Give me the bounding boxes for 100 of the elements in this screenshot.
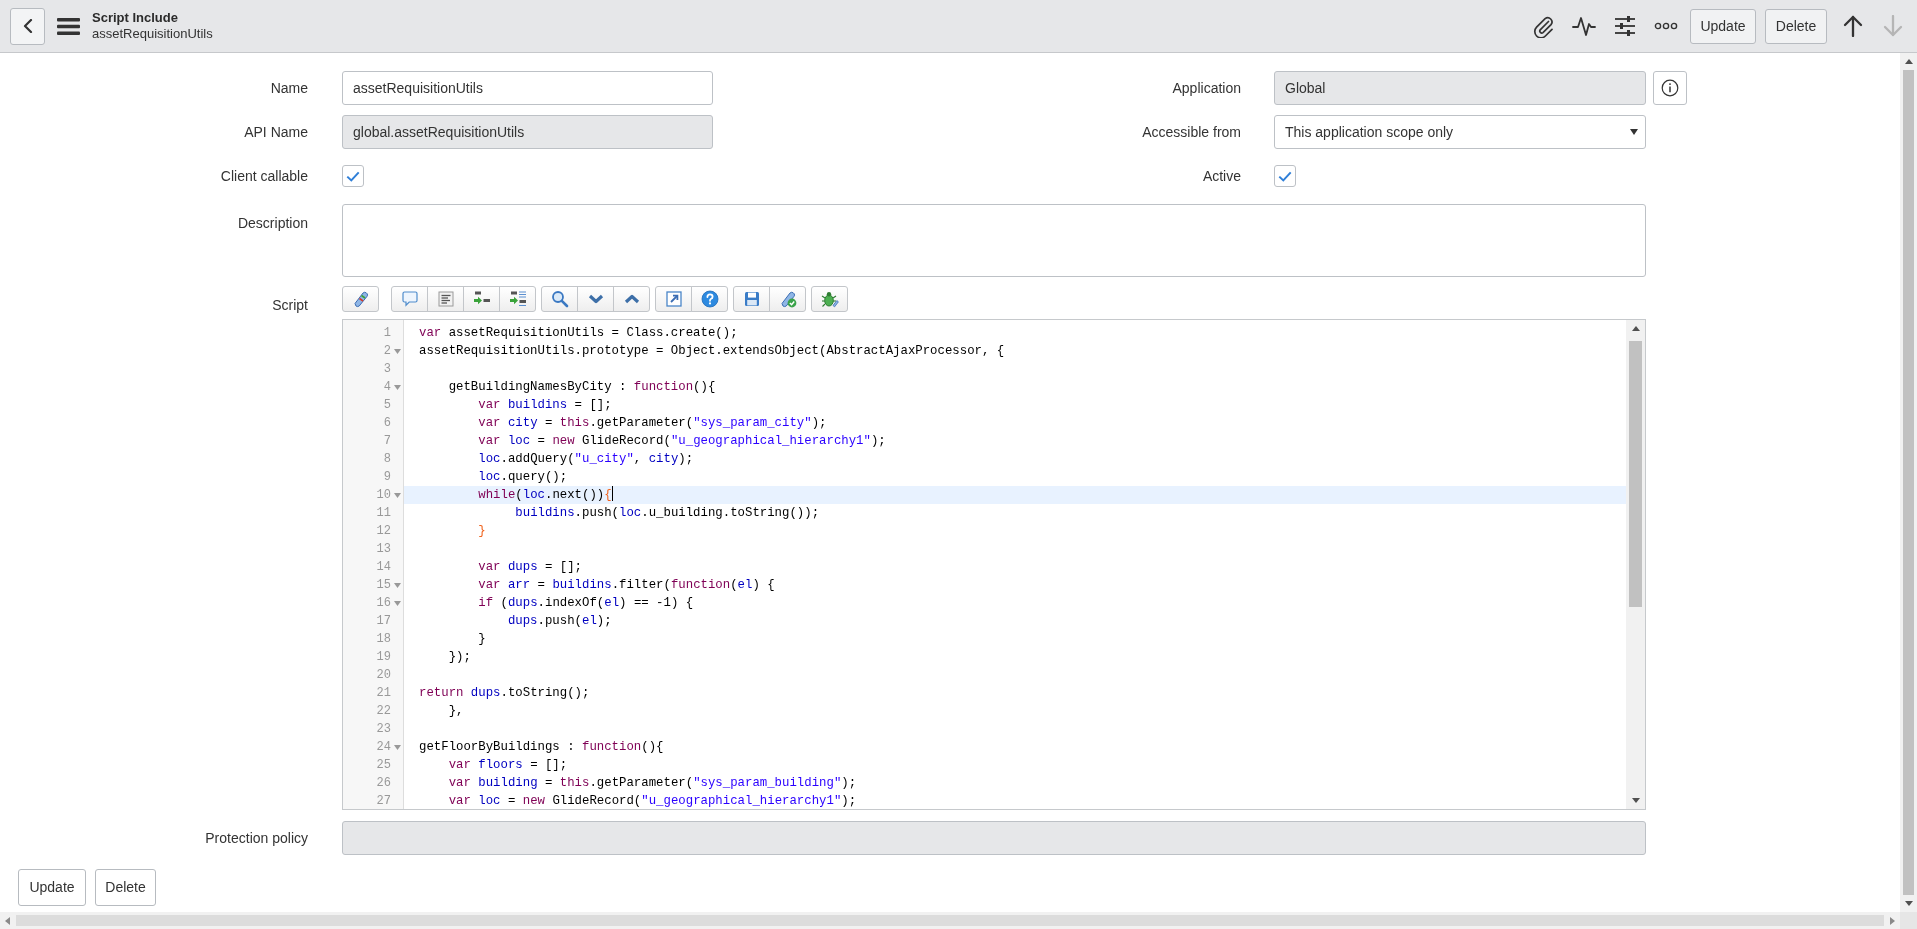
code-line: var dups = [];: [478, 560, 582, 574]
back-button[interactable]: [10, 7, 45, 45]
field-label: Accessible from: [1142, 123, 1241, 140]
line-number: 5: [383, 398, 391, 412]
scroll-up-icon[interactable]: [1631, 326, 1640, 331]
line-number: 16: [376, 596, 391, 610]
next-match-button[interactable]: [577, 286, 614, 312]
activity-icon[interactable]: [1572, 14, 1596, 38]
line-number: 24: [376, 740, 391, 754]
code-line: var assetRequisitionUtils = Class.create();: [419, 326, 738, 340]
validate-button[interactable]: [769, 286, 806, 312]
field-label: API Name: [244, 123, 308, 140]
code-line: buildins.push(loc.u_building.toString());: [515, 506, 820, 520]
code-line: assetRequisitionUtils.prototype = Object.extendsObject(AbstractAjaxProcessor, {: [419, 344, 1005, 358]
paperclip-icon[interactable]: [1531, 14, 1555, 38]
code-line: var arr = buildins.filter(function(el) {: [478, 578, 775, 592]
record-name: assetRequisitionUtils: [92, 26, 213, 42]
search-button[interactable]: [541, 286, 578, 312]
delete-button[interactable]: Delete: [1765, 8, 1827, 44]
editor-scrollbar[interactable]: [1626, 320, 1645, 809]
name-field[interactable]: assetRequisitionUtils: [342, 71, 713, 105]
menu-icon[interactable]: [57, 17, 80, 35]
delete-button[interactable]: Delete: [95, 869, 156, 906]
field-label: Protection policy: [205, 829, 308, 846]
line-number: 23: [376, 722, 391, 736]
code-line: var buildins = [];: [478, 398, 612, 412]
field-label: Application: [1172, 79, 1241, 96]
horizontal-scrollbar[interactable]: [0, 912, 1900, 929]
line-number: 14: [376, 560, 391, 574]
help-button[interactable]: [691, 286, 728, 312]
line-number: 4: [383, 380, 391, 394]
scrollbar-thumb[interactable]: [1903, 70, 1914, 895]
previous-match-button[interactable]: [613, 286, 650, 312]
line-number: 20: [376, 668, 391, 682]
api-name-field[interactable]: global.assetRequisitionUtils: [342, 115, 713, 149]
fold-caret-icon[interactable]: [393, 492, 401, 498]
line-number: 6: [383, 416, 391, 430]
accessible-from-select[interactable]: This application scope only: [1274, 115, 1646, 149]
comment-button[interactable]: [391, 286, 428, 312]
protection-policy-field[interactable]: [342, 821, 1646, 855]
speech-bubble-icon: [400, 290, 419, 308]
application-field[interactable]: Global: [1274, 71, 1646, 105]
line-number: 2: [383, 344, 391, 358]
line-number: 13: [376, 542, 391, 556]
field-label: Script: [272, 297, 308, 313]
checkbox[interactable]: [1274, 165, 1296, 187]
help-icon: [700, 290, 719, 308]
form-title: Script Include: [92, 10, 179, 26]
field-label: Client callable: [220, 167, 308, 184]
sliders-icon[interactable]: [1613, 14, 1637, 38]
marker-with-check-icon: [778, 290, 797, 308]
checkbox[interactable]: [342, 165, 364, 187]
scroll-left-icon[interactable]: [5, 916, 10, 925]
code-line: return dups.toString();: [419, 686, 590, 700]
fullscreen-button[interactable]: [655, 286, 692, 312]
code-line: var building = this.getParameter("sys_param_building");: [448, 776, 857, 790]
debug-button[interactable]: [811, 286, 848, 312]
code-line: var loc = new GlideRecord("u_geographical_hierarchy1");: [448, 794, 857, 808]
code-line: loc.addQuery("u_city", city);: [478, 452, 694, 466]
update-button[interactable]: Update: [1690, 8, 1756, 44]
line-number: 25: [376, 758, 391, 772]
line-number: 1: [383, 326, 391, 340]
save-button[interactable]: [733, 286, 770, 312]
caret-icon: [1630, 129, 1638, 135]
scroll-up-icon[interactable]: [1904, 59, 1913, 64]
replace-all-icon: [508, 290, 527, 308]
scroll-down-icon[interactable]: [1904, 901, 1913, 906]
fold-caret-icon[interactable]: [393, 744, 401, 750]
page-scrollbar[interactable]: [1900, 53, 1917, 912]
arrow-up-icon[interactable]: [1843, 15, 1863, 37]
syntax-toggle-button[interactable]: [342, 286, 379, 312]
info-button[interactable]: [1653, 71, 1687, 105]
line-number: 8: [383, 452, 391, 466]
scrollbar-thumb[interactable]: [1629, 341, 1642, 607]
text-lines-icon: [436, 290, 455, 308]
more-options-icon[interactable]: [1654, 22, 1678, 30]
search-icon: [550, 290, 569, 308]
line-number: 21: [376, 686, 391, 700]
format-button[interactable]: [427, 286, 464, 312]
striped-marker-icon: [351, 290, 370, 308]
chevron-left-icon: [22, 19, 33, 33]
scroll-down-icon[interactable]: [1631, 798, 1640, 803]
fold-caret-icon[interactable]: [393, 384, 401, 390]
description-field[interactable]: [342, 204, 1646, 277]
line-number: 27: [376, 794, 391, 808]
fold-caret-icon[interactable]: [393, 600, 401, 606]
code-line: loc.query();: [478, 470, 568, 484]
fold-caret-icon[interactable]: [393, 582, 401, 588]
replace-button[interactable]: [463, 286, 500, 312]
line-number: 11: [376, 506, 391, 520]
replace-all-button[interactable]: [499, 286, 536, 312]
line-number: 22: [376, 704, 391, 718]
code-line: dups.push(el);: [507, 614, 612, 628]
update-button[interactable]: Update: [18, 869, 86, 906]
fold-caret-icon[interactable]: [393, 348, 401, 354]
scroll-right-icon[interactable]: [1890, 916, 1895, 925]
code-line: });: [448, 650, 471, 664]
line-number: 18: [376, 632, 391, 646]
line-number: 10: [376, 488, 391, 502]
code-line: var loc = new GlideRecord("u_geographical_hierarchy1");: [478, 434, 886, 448]
